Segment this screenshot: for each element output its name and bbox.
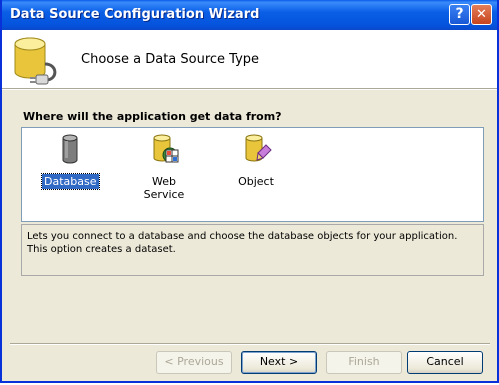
next-button[interactable]: Next > [241, 351, 317, 374]
choice-label: Object [238, 175, 274, 188]
title-bar[interactable]: Data Source Configuration Wizard ? ✕ [2, 0, 497, 30]
help-button[interactable]: ? [449, 4, 470, 25]
close-button[interactable]: ✕ [471, 4, 492, 25]
data-source-plug-icon [14, 37, 57, 85]
previous-button[interactable]: < Previous [156, 351, 232, 374]
data-source-list[interactable]: Database Web Service Object [21, 127, 484, 222]
choice-web-service[interactable]: Web Service [128, 133, 200, 202]
cancel-button[interactable]: Cancel [407, 351, 483, 374]
choice-label: Web Service [143, 175, 185, 201]
wizard-header: Choose a Data Source Type [2, 30, 497, 88]
choice-database[interactable]: Database [41, 133, 100, 190]
question-label: Where will the application get data from… [23, 110, 282, 123]
description-panel: Lets you connect to a database and choos… [21, 224, 484, 276]
finish-button[interactable]: Finish [326, 351, 402, 374]
choice-object[interactable]: Object [236, 133, 276, 189]
window-title: Data Source Configuration Wizard [10, 7, 260, 22]
wizard-window: Data Source Configuration Wizard ? ✕ Cho… [0, 0, 499, 383]
header-divider [2, 88, 497, 90]
object-icon [245, 134, 272, 162]
database-icon [62, 134, 78, 164]
description-text: Lets you connect to a database and choos… [27, 231, 458, 255]
choice-label: Database [41, 173, 100, 190]
page-title: Choose a Data Source Type [81, 52, 260, 67]
web-service-icon [153, 134, 179, 163]
footer-divider [10, 343, 490, 345]
